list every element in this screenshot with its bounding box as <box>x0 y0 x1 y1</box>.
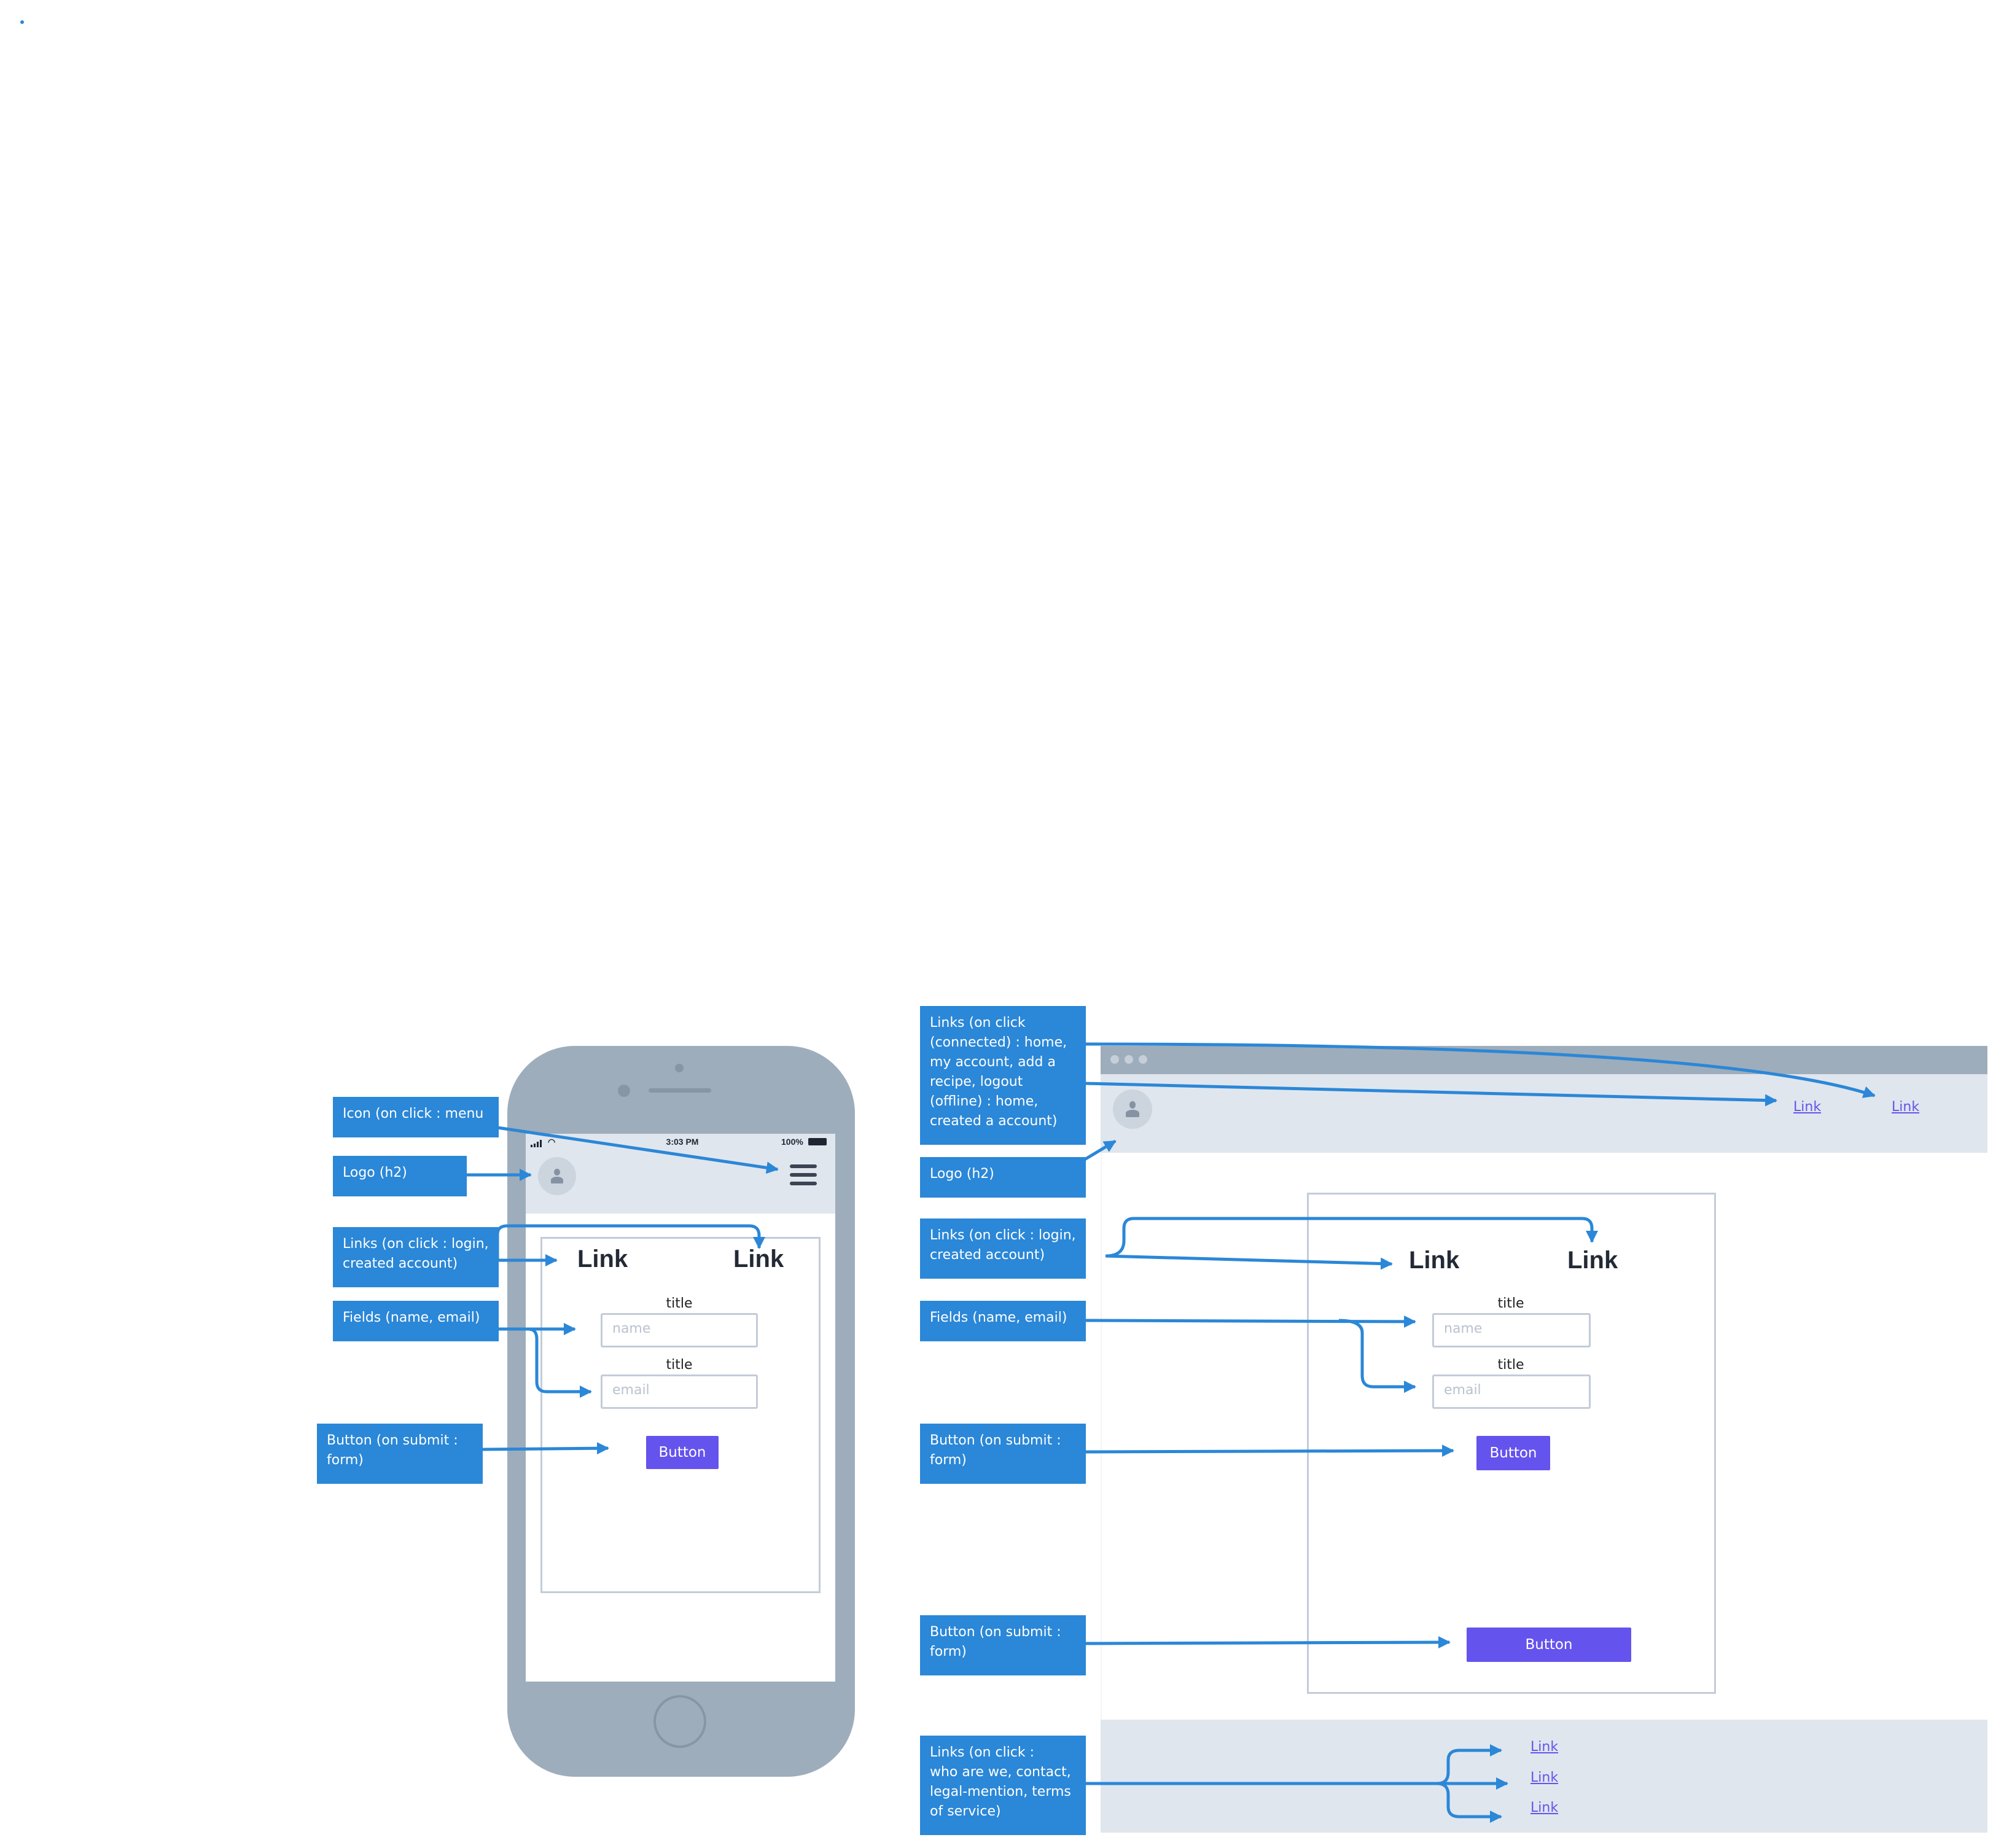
note-mobile-logo: Logo (h2) <box>333 1156 467 1196</box>
arrow-menu-icon <box>497 1126 779 1174</box>
arrow-mobile-button <box>481 1442 609 1455</box>
arrow-footer-link-3 <box>1437 1782 1502 1823</box>
arrow-mobile-link-2 <box>496 1224 765 1260</box>
arrow-mobile-field-2 <box>528 1327 592 1398</box>
arrow-desktop-link-2 <box>1105 1217 1598 1258</box>
note-desktop-fields: Fields (name, email) <box>920 1301 1086 1341</box>
arrow-footer-link-1 <box>1437 1744 1502 1785</box>
note-desktop-button-1: Button (on submit : form) <box>920 1424 1086 1484</box>
arrow-nav-link-2 <box>1084 1042 1876 1098</box>
note-desktop-button-2: Button (on submit : form) <box>920 1615 1086 1675</box>
note-desktop-logo: Logo (h2) <box>920 1157 1086 1198</box>
note-mobile-links: Links (on click : login, created account… <box>333 1227 499 1287</box>
note-mobile-button: Button (on submit : form) <box>317 1424 483 1484</box>
note-desktop-footer-links: Links (on click : who are we, contact, l… <box>920 1736 1086 1835</box>
arrow-desktop-button-2 <box>1084 1636 1451 1649</box>
arrow-desktop-button-1 <box>1084 1444 1454 1457</box>
note-mobile-fields: Fields (name, email) <box>333 1301 499 1341</box>
arrow-desktop-field-2 <box>1338 1319 1416 1393</box>
arrow-desktop-field-1 <box>1084 1315 1416 1328</box>
note-mobile-menu-icon: Icon (on click : menu <box>333 1097 499 1137</box>
note-desktop-nav-links: Links (on click (connected) : home, my a… <box>920 1006 1086 1145</box>
stray-dot <box>20 20 24 24</box>
connector-arrows <box>20 20 1876 1823</box>
arrow-desktop-link-1 <box>1105 1254 1393 1270</box>
arrow-nav-link-1 <box>1084 1082 1777 1107</box>
note-desktop-links: Links (on click : login, created account… <box>920 1218 1086 1279</box>
arrow-desktop-logo <box>1083 1139 1117 1161</box>
